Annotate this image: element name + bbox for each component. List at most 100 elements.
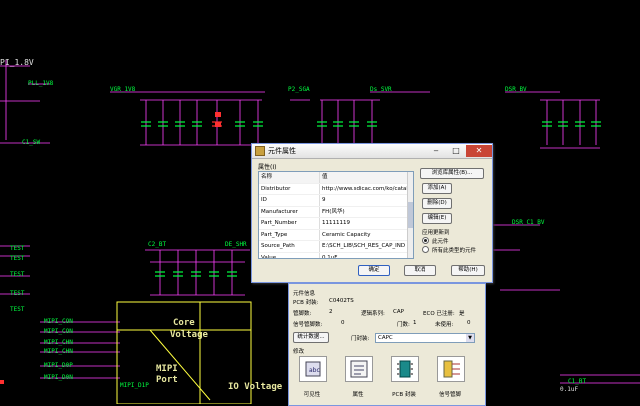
maximize-icon[interactable]: □ <box>446 145 466 157</box>
cancel-button[interactable]: 取消 <box>404 265 436 276</box>
capacitor-symbol[interactable] <box>333 100 343 145</box>
capacitor-symbol[interactable] <box>173 250 183 295</box>
capacitor-symbol[interactable] <box>542 100 552 145</box>
delete-button[interactable]: 删除(D) <box>422 198 452 209</box>
properties-icon <box>350 360 368 378</box>
table-scrollbar[interactable] <box>407 172 413 258</box>
property-value[interactable]: Ceramic Capacity <box>320 230 413 241</box>
edit-button[interactable]: 编辑(E) <box>422 213 452 224</box>
capacitor-symbol[interactable] <box>158 100 168 145</box>
eco-value: 是 <box>459 311 465 317</box>
capacitor-symbol[interactable] <box>317 100 327 145</box>
property-value[interactable]: 9 <box>320 195 413 206</box>
pcb-footprint-value: C0402TS <box>329 298 354 304</box>
property-value[interactable]: E:\SCH_LIB\SCH_RES_CAP_IND <box>320 241 413 252</box>
property-value[interactable]: 11111119 <box>320 218 413 229</box>
gate-package-select[interactable]: CAPC ▼ <box>375 333 475 343</box>
property-name: Value <box>259 252 320 258</box>
gate-count-value: 1 <box>413 320 417 326</box>
pin-count-value: 2 <box>329 309 333 315</box>
mipi-label: MIPI_D0P <box>44 362 73 369</box>
capacitor-symbol[interactable] <box>367 100 377 145</box>
pcb-footprint-button[interactable] <box>391 356 419 382</box>
properties-label: 属性 <box>352 392 364 398</box>
table-row[interactable]: Manufacturer FH(风华) <box>259 206 413 218</box>
component-properties-dialog: 元件属性 ‒ □ ✕ 属性(I) 名称 值 Distributor http://… <box>251 143 493 283</box>
pcb-footprint-label-2: PCB 封装 <box>392 392 416 398</box>
dialog-titlebar[interactable]: 元件属性 ‒ □ ✕ <box>252 144 492 159</box>
net-label: 0.1uF <box>560 386 579 393</box>
logic-family-label: 逻辑系列: <box>361 311 385 317</box>
radio-dot[interactable] <box>422 246 429 253</box>
net-label: Ds_SVR <box>370 86 392 93</box>
gate-count-label: 门数: <box>397 322 410 328</box>
pcb-footprint-icon <box>397 360 413 378</box>
svg-text:abc: abc <box>309 367 320 374</box>
table-row[interactable]: Source_Path E:\SCH_LIB\SCH_RES_CAP_IND <box>259 241 413 253</box>
capacitor-symbol[interactable] <box>209 250 219 295</box>
minimize-icon[interactable]: ‒ <box>426 145 446 157</box>
ok-button[interactable]: 确定 <box>358 265 390 276</box>
capacitor-symbol[interactable] <box>349 100 359 145</box>
capacitor-symbol[interactable] <box>141 100 151 145</box>
bus-text: Core <box>173 318 195 328</box>
net-label: C1_SW <box>22 139 41 146</box>
net-label: PI_1.8V <box>0 58 34 67</box>
net-label: VGR_1V8 <box>110 86 136 93</box>
table-row[interactable]: Part_Type Ceramic Capacity <box>259 229 413 241</box>
signal-pins-value: 0 <box>341 320 345 326</box>
bus-text: Port <box>156 375 178 385</box>
signal-pin-icon <box>443 360 460 378</box>
browse-library-attributes-button[interactable]: 浏览库属性(B)... <box>420 168 484 179</box>
column-header-name[interactable]: 名称 <box>259 172 320 183</box>
table-row[interactable]: ID 9 <box>259 195 413 207</box>
property-value[interactable]: http://www.sdicac.com/ko/catalog <box>320 184 413 195</box>
capacitor-symbol[interactable] <box>192 100 202 145</box>
test-label: TEST <box>10 290 25 297</box>
radio-dot[interactable] <box>422 237 429 244</box>
column-header-value[interactable]: 值 <box>320 172 413 183</box>
capacitor-symbol[interactable] <box>558 100 568 145</box>
table-header: 名称 值 <box>259 172 413 184</box>
capacitor-symbol[interactable] <box>253 100 263 145</box>
statistics-button[interactable]: 统计数据... <box>293 332 329 343</box>
bus-text: Voltage <box>170 330 208 340</box>
capacitor-symbol[interactable] <box>235 100 245 145</box>
component-info-panel: 元件信息 PCB 封装: C0402TS 管脚数: 2 逻辑系列: CAP EC… <box>288 283 486 406</box>
help-button[interactable]: 帮助(H) <box>451 265 485 276</box>
property-name: ID <box>259 195 320 206</box>
visibility-button[interactable]: abc <box>299 356 327 382</box>
property-value[interactable]: FH(风华) <box>320 207 413 218</box>
chevron-down-icon[interactable]: ▼ <box>466 334 474 342</box>
capacitor-symbol[interactable] <box>227 250 237 295</box>
table-row[interactable]: Part_Number 11111119 <box>259 218 413 230</box>
signal-pins-button[interactable] <box>437 356 465 382</box>
table-row[interactable]: Distributor http://www.sdicac.com/ko/cata… <box>259 183 413 195</box>
properties-table[interactable]: 名称 值 Distributor http://www.sdicac.com/ko… <box>258 171 414 259</box>
visibility-label: 可见性 <box>303 392 321 398</box>
add-button[interactable]: 添加(A) <box>422 183 452 194</box>
properties-button[interactable] <box>345 356 373 382</box>
scrollbar-thumb[interactable] <box>408 202 413 228</box>
modify-label: 修改 <box>293 349 305 355</box>
capacitor-symbol[interactable] <box>591 100 601 145</box>
net-label: C2_BT <box>148 241 167 248</box>
visibility-icon: abc <box>305 361 321 377</box>
mipi-label: MIPI_D1P <box>120 382 149 389</box>
capacitor-symbol[interactable] <box>175 100 185 145</box>
bus-text: IO Voltage <box>228 382 283 392</box>
capacitor-symbol[interactable] <box>575 100 585 145</box>
close-icon[interactable]: ✕ <box>466 145 492 157</box>
eco-label: ECO 已注册: <box>423 311 455 317</box>
radio-this-component[interactable]: 此元件 <box>422 236 476 245</box>
property-name: Distributor <box>259 183 320 194</box>
apply-update-group: 应用更新到 此元件 所有此类型的元件 <box>422 228 476 254</box>
property-name: Manufacturer <box>259 206 320 217</box>
capacitor-symbol[interactable] <box>155 250 165 295</box>
table-row[interactable]: Value 0.1uF <box>259 252 413 259</box>
apply-update-title: 应用更新到 <box>422 230 450 236</box>
capacitor-symbol[interactable] <box>191 250 201 295</box>
mipi-label: MIPI_CHN <box>44 348 73 355</box>
property-value[interactable]: 0.1uF <box>320 253 413 259</box>
radio-all-of-type[interactable]: 所有此类型的元件 <box>422 245 476 254</box>
